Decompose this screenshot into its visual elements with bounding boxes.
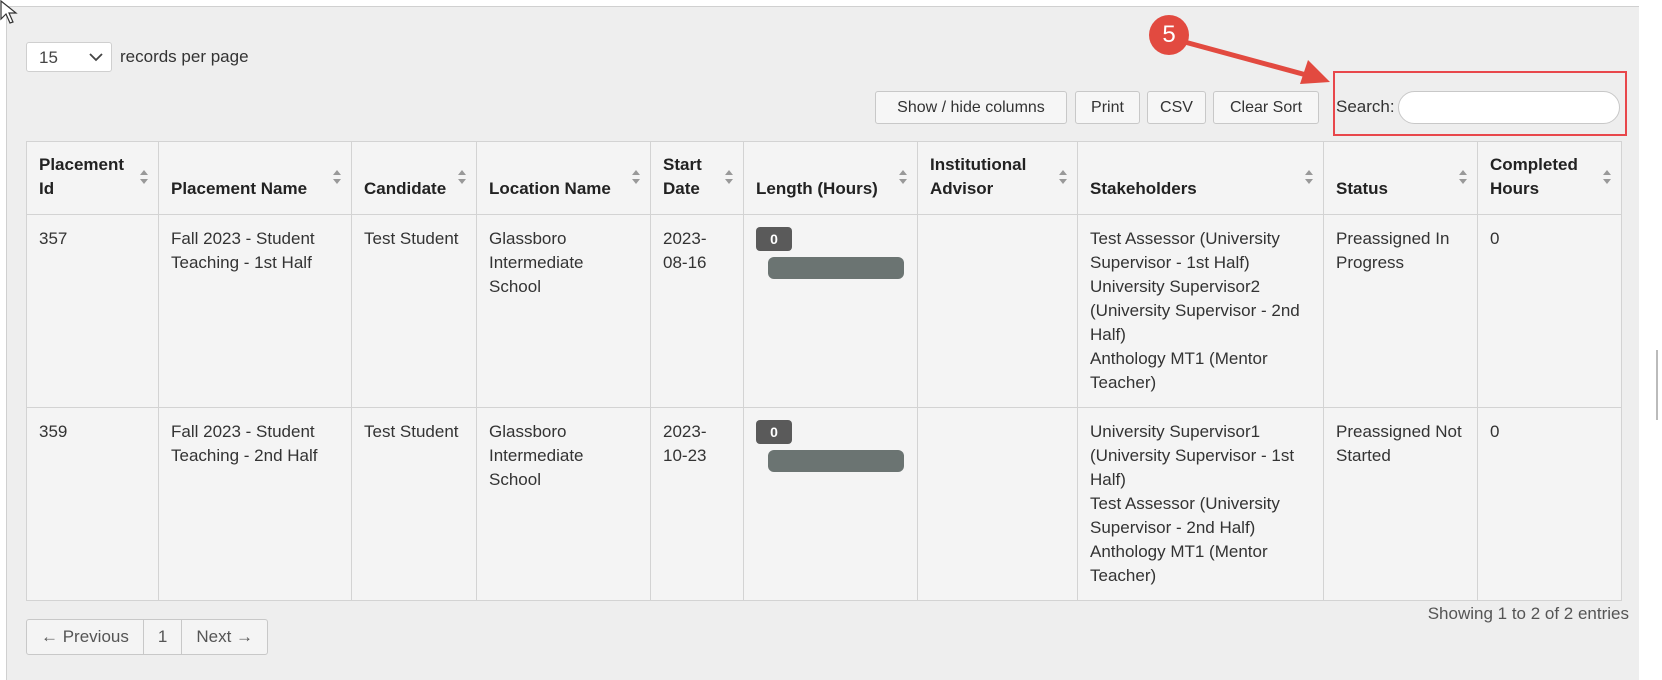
- cell-placement-id: 359: [26, 407, 159, 601]
- stakeholder-item: University Supervisor2 (University Super…: [1090, 277, 1300, 344]
- column-header-label: Candidate: [364, 179, 447, 198]
- cell-stakeholders: University Supervisor1 (University Super…: [1077, 407, 1324, 601]
- pagination: ← Previous 1 Next →: [26, 619, 269, 655]
- annotation-highlight-box: [1333, 71, 1627, 136]
- column-header-placement-id[interactable]: Placement Id: [26, 141, 159, 215]
- stakeholder-item: Anthology MT1 (Mentor Teacher): [1090, 542, 1268, 585]
- column-header-label: Location Name: [489, 179, 611, 198]
- hours-badge: 0: [756, 227, 792, 251]
- column-header-label: Length (Hours): [756, 179, 878, 198]
- sort-icon: [632, 170, 640, 184]
- sort-icon: [333, 170, 341, 184]
- cell-candidate: Test Student: [351, 407, 477, 601]
- next-page-button[interactable]: Next →: [182, 620, 267, 654]
- column-header-stakeholders[interactable]: Stakeholders: [1077, 141, 1324, 215]
- scrollbar[interactable]: [1650, 0, 1662, 679]
- table-row[interactable]: 359 Fall 2023 - Student Teaching - 2nd H…: [26, 407, 1622, 601]
- previous-page-button[interactable]: ← Previous: [27, 620, 144, 654]
- sort-icon: [458, 170, 466, 184]
- entries-info: Showing 1 to 2 of 2 entries: [1427, 604, 1629, 623]
- column-header-label: Status: [1336, 179, 1388, 198]
- column-header-placement-name[interactable]: Placement Name: [158, 141, 352, 215]
- cell-length-hours: 0: [743, 214, 918, 408]
- cell-location-name: Glassboro Intermediate School: [476, 407, 651, 601]
- column-header-label: Completed Hours: [1490, 155, 1578, 198]
- sort-icon: [1603, 170, 1611, 184]
- stakeholder-item: Test Assessor (University Supervisor - 2…: [1090, 494, 1280, 537]
- column-header-status[interactable]: Status: [1323, 141, 1478, 215]
- column-header-candidate[interactable]: Candidate: [351, 141, 477, 215]
- column-header-institutional-advisor[interactable]: Institutional Advisor: [917, 141, 1078, 215]
- column-header-label: Stakeholders: [1090, 179, 1197, 198]
- sort-icon: [1059, 170, 1067, 184]
- stakeholder-item: University Supervisor1 (University Super…: [1090, 422, 1295, 489]
- records-per-page-select[interactable]: 15: [26, 42, 112, 72]
- cell-length-hours: 0: [743, 407, 918, 601]
- placements-table: Placement Id Placement Name Candidate Lo…: [26, 141, 1622, 601]
- hours-badge: 0: [756, 420, 792, 444]
- show-hide-columns-button[interactable]: Show / hide columns: [875, 91, 1067, 124]
- annotation-step-badge: 5: [1149, 15, 1189, 55]
- column-header-completed-hours[interactable]: Completed Hours: [1477, 141, 1622, 215]
- sort-icon: [899, 170, 907, 184]
- cell-start-date: 2023-08-16: [650, 214, 744, 408]
- cell-location-name: Glassboro Intermediate School: [476, 214, 651, 408]
- table-header-row: Placement Id Placement Name Candidate Lo…: [26, 141, 1622, 215]
- column-header-location-name[interactable]: Location Name: [476, 141, 651, 215]
- csv-button[interactable]: CSV: [1147, 91, 1206, 124]
- cell-placement-name: Fall 2023 - Student Teaching - 1st Half: [158, 214, 352, 408]
- cell-institutional-advisor: [917, 407, 1078, 601]
- stakeholder-item: Test Assessor (University Supervisor - 1…: [1090, 229, 1280, 272]
- hours-progress-bar: [768, 257, 904, 279]
- column-header-length-hours[interactable]: Length (Hours): [743, 141, 918, 215]
- column-header-label: Placement Name: [171, 179, 308, 198]
- records-per-page-label: records per page: [120, 47, 249, 66]
- clear-sort-button[interactable]: Clear Sort: [1213, 91, 1319, 124]
- cell-completed-hours: 0: [1477, 214, 1622, 408]
- page-1-button[interactable]: 1: [144, 620, 183, 654]
- scrollbar-thumb[interactable]: [1656, 350, 1658, 420]
- cell-status: Preassigned Not Started: [1323, 407, 1478, 601]
- cell-stakeholders: Test Assessor (University Supervisor - 1…: [1077, 214, 1324, 408]
- column-header-label: Placement Id: [39, 155, 125, 198]
- cell-placement-id: 357: [26, 214, 159, 408]
- chevron-down-icon: [89, 53, 103, 62]
- stakeholder-item: Anthology MT1 (Mentor Teacher): [1090, 349, 1268, 392]
- mouse-cursor-icon: [0, 0, 18, 24]
- column-header-start-date[interactable]: Start Date: [650, 141, 744, 215]
- column-header-label: Institutional Advisor: [930, 155, 1027, 198]
- cell-status: Preassigned In Progress: [1323, 214, 1478, 408]
- records-per-page-value: 15: [39, 48, 58, 67]
- cell-candidate: Test Student: [351, 214, 477, 408]
- sort-icon: [1459, 170, 1467, 184]
- sort-icon: [1305, 170, 1313, 184]
- hours-progress-bar: [768, 450, 904, 472]
- cell-completed-hours: 0: [1477, 407, 1622, 601]
- table-row[interactable]: 357 Fall 2023 - Student Teaching - 1st H…: [26, 214, 1622, 408]
- sort-icon: [140, 170, 148, 184]
- column-header-label: Start Date: [663, 155, 702, 198]
- cell-institutional-advisor: [917, 214, 1078, 408]
- sort-icon: [725, 170, 733, 184]
- print-button[interactable]: Print: [1075, 91, 1140, 124]
- cell-start-date: 2023-10-23: [650, 407, 744, 601]
- cell-placement-name: Fall 2023 - Student Teaching - 2nd Half: [158, 407, 352, 601]
